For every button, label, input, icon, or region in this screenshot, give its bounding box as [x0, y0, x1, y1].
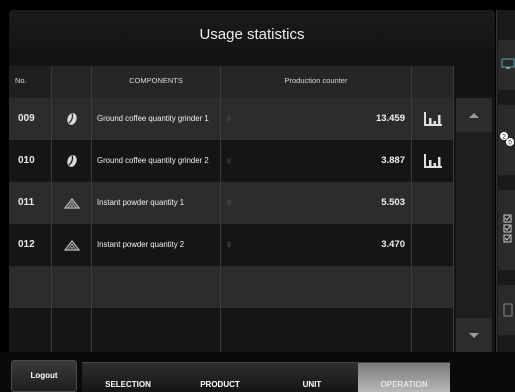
grid-line [411, 66, 412, 352]
side-extra-button[interactable] [498, 285, 515, 335]
grid-line [220, 66, 221, 352]
document-icon [503, 303, 513, 317]
row-number: 012 [18, 239, 35, 250]
counter-value: 13.459 [375, 113, 405, 124]
scroll-up-button[interactable] [456, 98, 492, 132]
chart-icon[interactable] [412, 98, 453, 140]
unit-label: g [227, 115, 231, 122]
empty-row [9, 308, 453, 352]
table-row[interactable]: 009 Ground coffee quantity grinder 1 g 1… [9, 98, 453, 140]
arrow-down-icon [469, 332, 479, 338]
side-checklist-button[interactable] [498, 190, 515, 270]
row-number: 011 [18, 197, 35, 208]
powder-icon [52, 224, 91, 266]
component-name: Instant powder quantity 2 [97, 240, 185, 249]
counter-icon: 20 [500, 132, 514, 147]
tab-selection[interactable]: SELECTION [82, 362, 174, 392]
arrow-up-icon [469, 112, 479, 118]
component-name: Ground coffee quantity grinder 1 [97, 114, 209, 123]
table-row[interactable]: 011 Instant powder quantity 1 g 5.503 [9, 182, 453, 224]
main-panel: Usage statistics No. COMPONENTS Producti… [9, 10, 495, 352]
grid-line [91, 66, 92, 352]
unit-label: g [227, 157, 231, 164]
empty-row [9, 266, 453, 308]
grid-line [453, 66, 454, 352]
coffee-bean-icon [52, 98, 91, 140]
side-panel: 20 [496, 10, 515, 352]
page-title: Usage statistics [9, 10, 495, 64]
chart-icon[interactable] [412, 140, 453, 182]
column-header-icon [52, 66, 91, 98]
logout-button[interactable]: Logout [11, 360, 77, 392]
scrollbar[interactable] [456, 98, 492, 352]
column-header-no: No. [9, 66, 51, 98]
powder-icon [52, 182, 91, 224]
tab-product[interactable]: PRODUCT [174, 362, 266, 392]
column-header-components: COMPONENTS [92, 66, 220, 98]
side-display-button[interactable] [498, 40, 515, 90]
scroll-down-button[interactable] [456, 318, 492, 352]
component-name: Instant powder quantity 1 [97, 198, 185, 207]
counter-value: 3.887 [381, 155, 405, 166]
counter-value: 3.470 [381, 239, 405, 250]
checklist-icon [503, 214, 512, 243]
chart-cell-empty [412, 224, 453, 266]
row-number: 009 [18, 113, 35, 124]
chart-cell-empty [412, 182, 453, 224]
coffee-bean-icon [52, 140, 91, 182]
side-counter-button[interactable]: 20 [498, 105, 515, 175]
grid-line [51, 66, 52, 352]
tab-unit[interactable]: UNIT [266, 362, 358, 392]
component-name: Ground coffee quantity grinder 2 [97, 156, 209, 165]
unit-label: g [227, 199, 231, 206]
monitor-icon [501, 58, 515, 69]
unit-label: g [227, 241, 231, 248]
row-number: 010 [18, 155, 35, 166]
column-header-chart [412, 66, 453, 98]
column-header-production-counter: Production counter [221, 66, 411, 98]
table-row[interactable]: 012 Instant powder quantity 2 g 3.470 [9, 224, 453, 266]
counter-value: 5.503 [381, 197, 405, 208]
tab-operation[interactable]: OPERATION [358, 362, 450, 392]
table-row[interactable]: 010 Ground coffee quantity grinder 2 g 3… [9, 140, 453, 182]
